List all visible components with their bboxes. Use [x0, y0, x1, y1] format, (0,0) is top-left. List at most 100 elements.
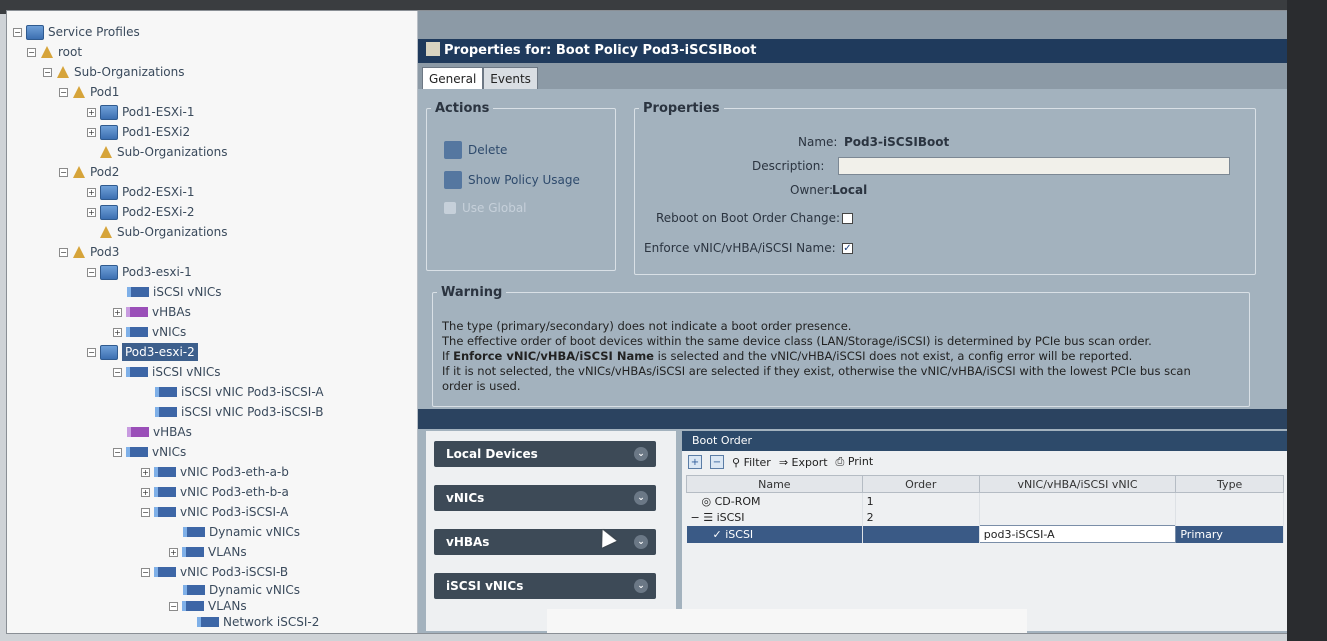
tree-node-pod2-sub-organizations[interactable]: Sub-Organizations [99, 223, 227, 241]
column-header-name[interactable]: Name [686, 475, 863, 493]
expand-icon[interactable]: + [113, 327, 122, 337]
tree-node-network-iscsi-2[interactable]: Network iSCSI-2 [197, 613, 319, 631]
vlan-icon [182, 601, 204, 611]
tree-node-service-profiles[interactable]: − Service Profiles [13, 23, 140, 41]
tree-node-pod3-esxi-1[interactable]: − Pod3-esxi-1 [87, 263, 192, 281]
column-header-type[interactable]: Type [1175, 475, 1284, 493]
tree-node-pod3[interactable]: − Pod3 [59, 243, 119, 261]
collapse-icon[interactable]: − [87, 347, 96, 357]
tree-node-dynamic-vnics-a[interactable]: Dynamic vNICs [183, 523, 300, 541]
move-down-icon[interactable]: − [710, 455, 724, 469]
vnic-icon [183, 585, 205, 595]
vlan-icon [182, 547, 204, 557]
tree-node-vnic-eth-b[interactable]: + vNIC Pod3-eth-b-a [141, 483, 289, 501]
collapse-icon[interactable]: − [43, 67, 52, 77]
expand-icon[interactable]: + [87, 187, 96, 197]
tree-node-pod2-esxi-2[interactable]: + Pod2-ESXi-2 [87, 203, 194, 221]
table-row-selected[interactable]: ✓ iSCSI pod3-iSCSI-A Primary [686, 525, 1284, 543]
move-up-icon[interactable]: + [688, 455, 702, 469]
chevron-down-icon: ⌄ [634, 491, 648, 505]
tree-node-pod3-esxi-2[interactable]: − Pod3-esxi-2 [87, 343, 198, 361]
column-header-vnic[interactable]: vNIC/vHBA/iSCSI vNIC [978, 475, 1177, 493]
expand-icon[interactable]: + [87, 127, 96, 137]
expand-icon[interactable]: + [141, 487, 150, 497]
vnics-section[interactable]: vNICs ⌄ [434, 485, 656, 511]
expand-icon[interactable]: + [141, 467, 150, 477]
expand-icon[interactable]: + [169, 547, 178, 557]
collapse-icon[interactable]: − [141, 507, 150, 517]
tree-node-sub-organizations[interactable]: − Sub-Organizations [43, 63, 184, 81]
warning-text: The type (primary/secondary) does not in… [442, 319, 1212, 394]
tree-node-pod3-esxi-2-vhbas[interactable]: vHBAs [127, 423, 192, 441]
description-field[interactable] [838, 157, 1230, 175]
tree-node-iscsi-vnic-b[interactable]: iSCSI vNIC Pod3-iSCSI-B [155, 403, 323, 421]
table-row[interactable]: − ☰ iSCSI 2 [686, 509, 1284, 526]
navigation-tree[interactable]: − Service Profiles − root − Sub-Organizatio… [7, 11, 418, 633]
collapse-icon[interactable]: − [87, 267, 96, 277]
tree-node-pod1-esxi-1[interactable]: + Pod1-ESXi-1 [87, 103, 194, 121]
tree-node-pod2-esxi-1[interactable]: + Pod2-ESXi-1 [87, 183, 194, 201]
collapse-icon[interactable]: − [59, 247, 68, 257]
tree-node-iscsi-vnic-a[interactable]: iSCSI vNIC Pod3-iSCSI-A [155, 383, 324, 401]
tree-node-vlans-a[interactable]: + VLANs [169, 543, 247, 561]
organization-icon [57, 66, 69, 78]
expand-icon[interactable]: + [113, 307, 122, 317]
name-label: Name: [798, 135, 838, 149]
vnic-icon [126, 327, 148, 337]
collapse-icon[interactable]: − [113, 367, 122, 377]
tab-general[interactable]: General [422, 67, 484, 91]
warning-line-5: order is used. [442, 379, 521, 393]
tree-node-pod3-esxi-1-vhbas[interactable]: + vHBAs [113, 303, 191, 321]
collapse-icon[interactable]: − [59, 87, 68, 97]
vnic-icon [155, 407, 177, 417]
warning-legend: Warning [441, 285, 503, 300]
expand-icon[interactable]: + [87, 107, 96, 117]
vhba-icon [126, 307, 148, 317]
tree-node-vnic-eth-a[interactable]: + vNIC Pod3-eth-a-b [141, 463, 289, 481]
print-button[interactable]: ⎙ Print [836, 455, 874, 469]
tree-node-vnic-iscsi-b[interactable]: − vNIC Pod3-iSCSI-B [141, 563, 288, 581]
collapse-icon[interactable]: − [59, 167, 68, 177]
tree-node-pod1-esxi2[interactable]: + Pod1-ESXi2 [87, 123, 190, 141]
chevron-down-icon: ⌄ [634, 579, 648, 593]
enforce-checkbox[interactable]: ✓ [842, 243, 853, 254]
table-row[interactable]: ◎ CD-ROM 1 [686, 492, 1284, 509]
row-type-cell [1175, 509, 1284, 526]
reboot-checkbox[interactable] [842, 213, 853, 224]
vhbas-section[interactable]: vHBAs ⌄ [434, 529, 656, 555]
tree-node-root[interactable]: − root [27, 43, 82, 61]
tree-node-pod1-sub-organizations[interactable]: Sub-Organizations [99, 143, 227, 161]
boot-order-table[interactable]: Name Order vNIC/vHBA/iSCSI vNIC Type ◎ C… [686, 475, 1284, 543]
vnic-icon [154, 487, 176, 497]
collapse-icon[interactable]: − [13, 27, 22, 37]
iscsi-vnics-section[interactable]: iSCSI vNICs ⌄ [434, 573, 656, 599]
collapse-icon[interactable]: − [27, 47, 36, 57]
general-tab-body: Actions Delete Show Policy Usage Use Glo… [418, 89, 1292, 633]
tree-node-pod3-esxi-1-vnics[interactable]: + vNICs [113, 323, 186, 341]
local-devices-section[interactable]: Local Devices ⌄ [434, 441, 656, 467]
vnic-icon [183, 527, 205, 537]
tree-node-pod1[interactable]: − Pod1 [59, 83, 119, 101]
export-button[interactable]: ⇒ Export [779, 456, 828, 469]
tree-node-pod2[interactable]: − Pod2 [59, 163, 119, 181]
show-policy-usage-action[interactable]: Show Policy Usage [444, 171, 580, 189]
tree-node-vnic-iscsi-a[interactable]: − vNIC Pod3-iSCSI-A [141, 503, 288, 521]
tree-node-pod3-esxi-1-iscsi-vnics[interactable]: iSCSI vNICs [127, 283, 222, 301]
owner-label: Owner: [790, 183, 834, 197]
service-profile-icon [100, 184, 118, 200]
delete-action[interactable]: Delete [444, 141, 507, 159]
tree-node-pod3-esxi-2-iscsi-vnics[interactable]: − iSCSI vNICs [113, 363, 221, 381]
description-label: Description: [752, 159, 825, 173]
collapse-icon[interactable]: − [113, 447, 122, 457]
collapse-icon[interactable]: − [169, 601, 178, 611]
tree-node-pod3-esxi-2-vnics[interactable]: − vNICs [113, 443, 186, 461]
row-name-cell: ✓ iSCSI [686, 525, 863, 543]
boot-order-toolbar: + − ⚲ Filter ⇒ Export ⎙ Print [688, 455, 873, 469]
filter-button[interactable]: ⚲ Filter [732, 456, 771, 469]
use-global-action: Use Global [444, 201, 527, 215]
tab-events[interactable]: Events [483, 67, 538, 91]
collapse-icon[interactable]: − [141, 567, 150, 577]
row-vnic-cell [979, 509, 1177, 526]
expand-icon[interactable]: + [87, 207, 96, 217]
column-header-order[interactable]: Order [861, 475, 980, 493]
